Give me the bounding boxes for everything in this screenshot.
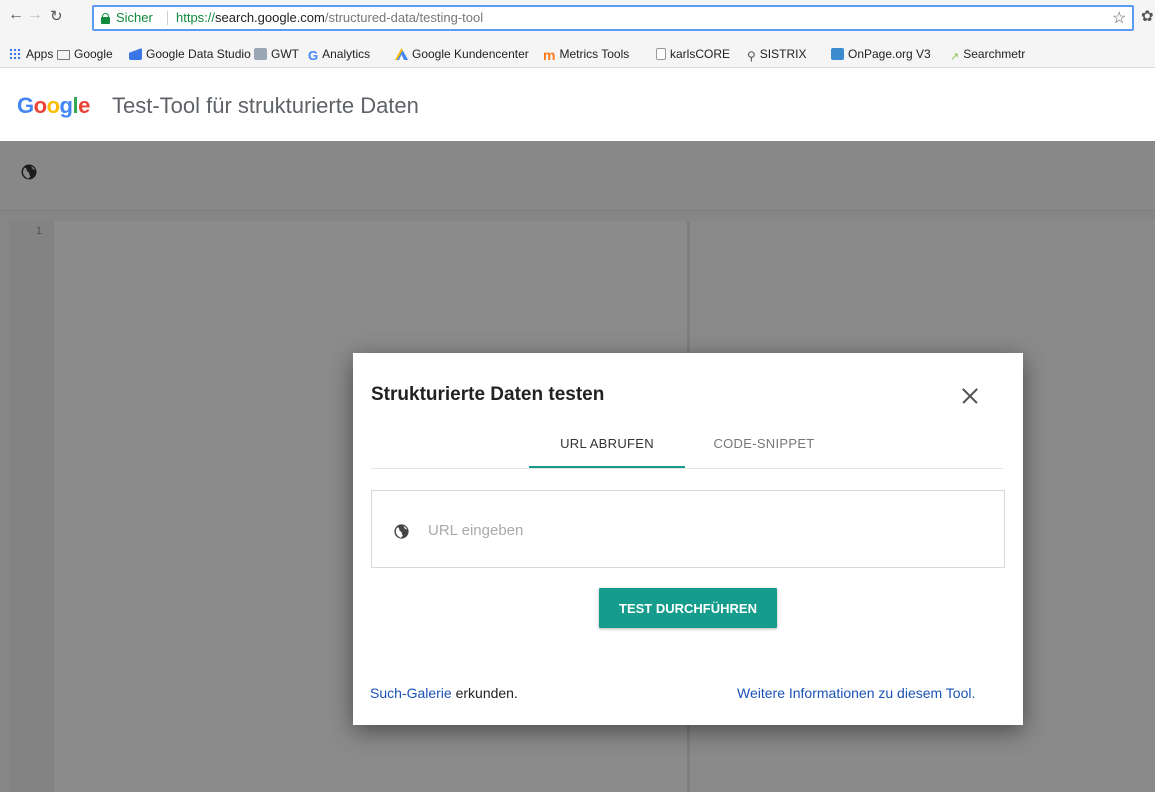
lock-icon — [101, 13, 110, 24]
url-path: /structured-data/testing-tool — [324, 10, 484, 25]
google-ads-icon — [395, 48, 408, 60]
back-arrow-icon[interactable]: ← — [8, 6, 24, 24]
bookmark-metrics-tools[interactable]: m Metrics Tools — [543, 47, 629, 62]
run-test-button[interactable]: TEST DURCHFÜHREN — [599, 588, 777, 628]
bookmark-google[interactable]: Google — [57, 47, 113, 61]
close-icon[interactable] — [957, 383, 983, 409]
apps-grid-icon — [9, 48, 22, 60]
bookmarks-bar: Apps Google Google Data Studio GWT G Anal… — [0, 40, 1155, 68]
extension-icon[interactable]: ✿ — [1141, 7, 1154, 25]
bookmark-apps[interactable]: Apps — [9, 47, 53, 61]
site-header: Google Test-Tool für strukturierte Daten — [0, 69, 1155, 141]
forward-arrow-icon[interactable]: → — [27, 6, 43, 24]
search-icon: ⚲ — [747, 49, 756, 63]
page-title: Test-Tool für strukturierte Daten — [112, 93, 419, 118]
browser-toolbar: ← → ↻ Sicher https://search.google.com/s… — [0, 0, 1155, 40]
bookmark-gwt[interactable]: GWT — [254, 47, 299, 61]
search-gallery-link[interactable]: Such-Galerie — [370, 685, 452, 701]
tool-info-link[interactable]: Weitere Informationen zu diesem Tool. — [737, 685, 975, 701]
gallery-footer-text: erkunden. — [451, 685, 518, 701]
google-logo[interactable]: Google — [17, 93, 90, 119]
google-g-icon: G — [308, 48, 319, 63]
address-bar[interactable]: Sicher https://search.google.com/structu… — [92, 5, 1134, 31]
gallery-footer: Such-Galerie erkunden. — [370, 685, 518, 701]
test-dialog: Strukturierte Daten testen URL ABRUFEN C… — [353, 353, 1023, 725]
tabs-divider — [371, 468, 1003, 469]
bookmark-analytics[interactable]: G Analytics — [308, 47, 370, 63]
globe-icon — [394, 524, 409, 539]
data-studio-icon — [129, 48, 142, 60]
url-host: search.google.com — [215, 10, 325, 25]
reload-icon[interactable]: ↻ — [50, 7, 63, 25]
searchmetrics-icon: ↗ — [950, 51, 960, 63]
url-scheme: https:// — [176, 10, 216, 25]
folder-icon — [57, 50, 70, 60]
tab-url-abrufen[interactable]: URL ABRUFEN — [529, 436, 685, 468]
bookmark-star-icon[interactable]: ☆ — [1112, 8, 1126, 28]
metrics-icon: m — [543, 47, 556, 63]
tab-code-snippet[interactable]: CODE-SNIPPET — [689, 436, 839, 468]
bookmark-data-studio[interactable]: Google Data Studio — [129, 47, 251, 61]
onpage-icon — [831, 48, 844, 60]
dialog-title: Strukturierte Daten testen — [371, 384, 605, 405]
gwt-icon — [254, 48, 267, 60]
bookmark-kundencenter[interactable]: Google Kundencenter — [395, 47, 529, 61]
url-input[interactable] — [428, 517, 988, 543]
bookmark-karlscore[interactable]: karlsCORE — [656, 47, 730, 61]
secure-label: Sicher — [116, 10, 153, 25]
bookmark-searchmetrics[interactable]: ↗ Searchmetr — [950, 47, 1025, 64]
address-divider — [167, 11, 168, 25]
url-field[interactable] — [371, 490, 1005, 568]
bookmark-onpage[interactable]: OnPage.org V3 — [831, 47, 931, 61]
address-url: https://search.google.com/structured-dat… — [176, 7, 483, 29]
document-icon — [656, 48, 666, 60]
bookmark-sistrix[interactable]: ⚲ SISTRIX — [747, 47, 806, 63]
